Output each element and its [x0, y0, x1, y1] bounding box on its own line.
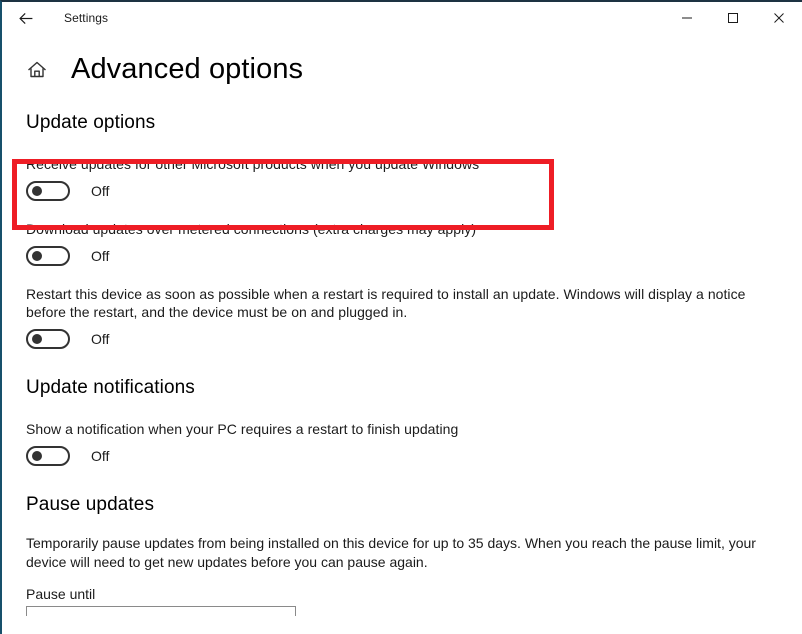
section-heading-pause-updates: Pause updates [26, 494, 155, 515]
toggle-row: Off [26, 181, 786, 201]
maximize-button[interactable] [710, 2, 756, 33]
setting-metered-connections: Download updates over metered connection… [26, 220, 786, 266]
page-title: Advanced options [71, 53, 304, 85]
toggle-state-label: Off [91, 331, 110, 347]
window-controls [664, 2, 802, 34]
pause-until-label: Pause until [26, 586, 96, 602]
toggle-row: Off [26, 329, 786, 349]
settings-window: Settings Advanced options Update options… [0, 0, 802, 634]
section-heading-update-options: Update options [26, 112, 156, 133]
close-icon [774, 12, 784, 23]
setting-receive-updates-other-products: Receive updates for other Microsoft prod… [26, 155, 786, 201]
toggle-restart-asap[interactable] [26, 329, 70, 349]
toggle-show-restart-notification[interactable] [26, 446, 70, 466]
close-button[interactable] [756, 2, 802, 33]
toggle-row: Off [26, 446, 786, 466]
home-icon [28, 61, 46, 77]
pause-updates-description: Temporarily pause updates from being ins… [26, 535, 756, 570]
section-heading-update-notifications: Update notifications [26, 377, 195, 398]
setting-restart-asap: Restart this device as soon as possible … [26, 285, 786, 349]
toggle-metered-connections[interactable] [26, 246, 70, 266]
toggle-row: Off [26, 246, 786, 266]
setting-label: Restart this device as soon as possible … [26, 286, 746, 320]
toggle-state-label: Off [91, 448, 110, 464]
toggle-knob [32, 334, 42, 344]
setting-label: Show a notification when your PC require… [26, 421, 459, 437]
back-button[interactable] [6, 3, 46, 33]
toggle-knob [32, 451, 42, 461]
settings-content: Update options Receive updates for other… [2, 112, 802, 616]
setting-show-restart-notification: Show a notification when your PC require… [26, 420, 786, 466]
pause-until-dropdown[interactable] [26, 606, 296, 616]
maximize-icon [728, 12, 738, 23]
window-title: Settings [64, 11, 109, 25]
minimize-icon [682, 17, 692, 18]
toggle-receive-updates-other-products[interactable] [26, 181, 70, 201]
toggle-state-label: Off [91, 248, 110, 264]
toggle-state-label: Off [91, 183, 110, 199]
home-button[interactable] [24, 57, 50, 83]
toggle-knob [32, 251, 42, 261]
page-header: Advanced options [2, 55, 802, 84]
toggle-knob [32, 186, 42, 196]
minimize-button[interactable] [664, 2, 710, 33]
setting-label: Download updates over metered connection… [26, 221, 477, 237]
setting-label: Receive updates for other Microsoft prod… [26, 156, 480, 172]
back-arrow-icon [18, 12, 32, 24]
title-bar: Settings [2, 2, 802, 34]
